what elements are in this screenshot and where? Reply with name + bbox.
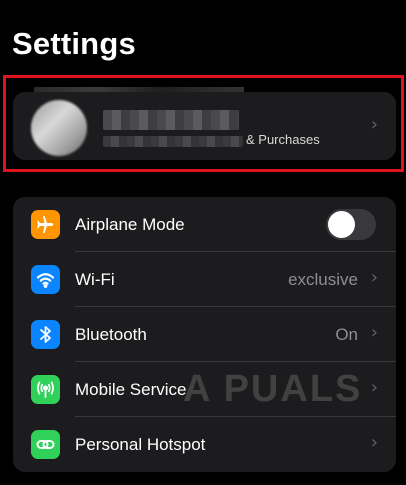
apple-account-card[interactable]: & Purchases ›: [13, 92, 396, 160]
wifi-network-value: exclusive: [288, 270, 358, 289]
airplane-icon: [31, 210, 60, 239]
row-label: Airplane Mode: [75, 215, 185, 234]
airplane-mode-toggle[interactable]: [326, 209, 376, 240]
avatar: [31, 100, 87, 156]
row-personal-hotspot[interactable]: Personal Hotspot ›: [13, 417, 396, 472]
row-airplane-mode[interactable]: Airplane Mode: [13, 197, 396, 252]
chevron-right-icon: ›: [370, 114, 378, 135]
account-name-redacted: [103, 110, 239, 130]
row-label: Wi-Fi: [75, 270, 115, 289]
watermark-logo: A PUALS: [183, 368, 363, 410]
chevron-right-icon: ›: [370, 432, 378, 453]
connectivity-group: Airplane Mode Wi-Fi exclusive › Bluetoot…: [13, 197, 396, 472]
chevron-right-icon: ›: [370, 377, 378, 398]
antenna-icon: [31, 375, 60, 404]
page-title: Settings: [12, 26, 136, 61]
hotspot-icon: [31, 430, 60, 459]
bluetooth-status-value: On: [335, 325, 358, 344]
bluetooth-icon: [31, 320, 60, 349]
row-label: Bluetooth: [75, 325, 147, 344]
row-label: Mobile Service: [75, 380, 187, 399]
row-bluetooth[interactable]: Bluetooth On ›: [13, 307, 396, 362]
toggle-knob: [328, 211, 355, 238]
chevron-right-icon: ›: [370, 322, 378, 343]
account-subtitle: & Purchases: [246, 132, 320, 147]
row-wifi[interactable]: Wi-Fi exclusive ›: [13, 252, 396, 307]
chevron-right-icon: ›: [370, 267, 378, 288]
account-subtitle-redacted: [103, 136, 243, 147]
row-label: Personal Hotspot: [75, 435, 206, 454]
wifi-icon: [31, 265, 60, 294]
settings-screen: Settings & Purchases › Airplane Mode Wi-…: [0, 0, 406, 485]
